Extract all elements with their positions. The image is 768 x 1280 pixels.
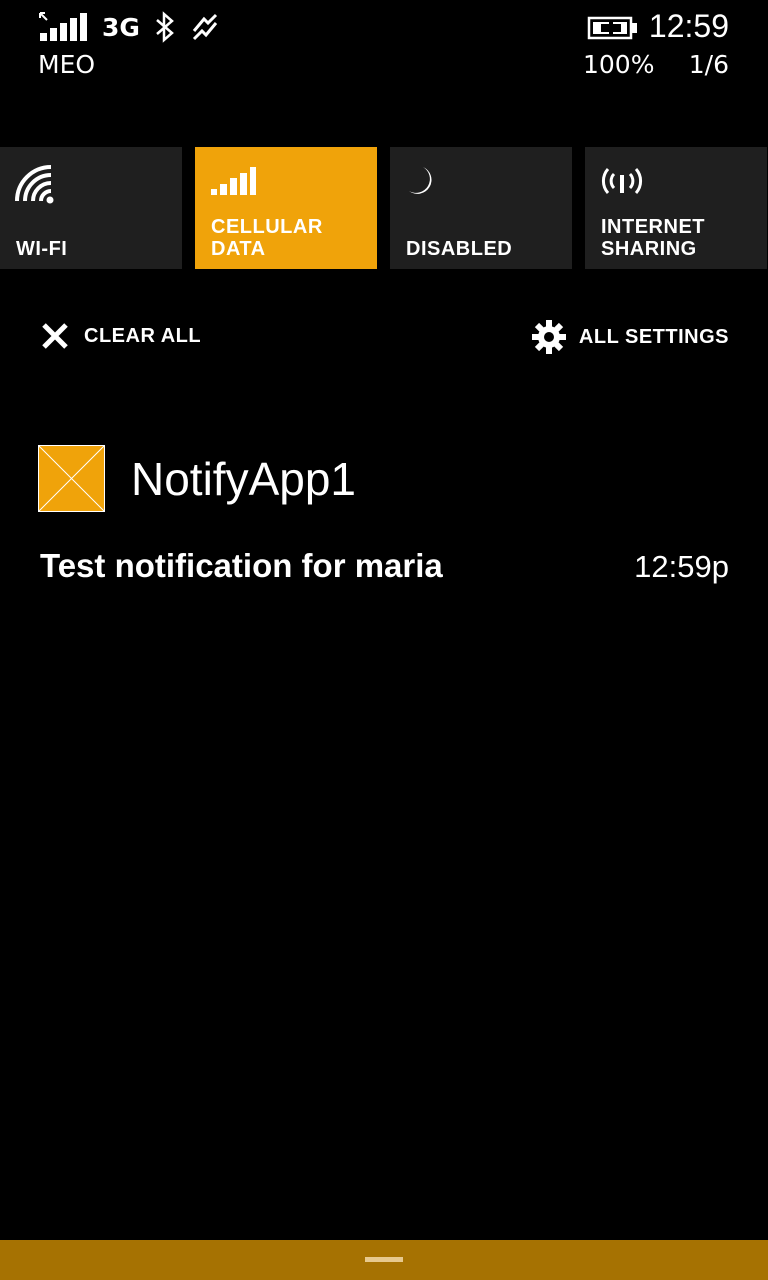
internet-sharing-tile-label: INTERNET SHARING	[601, 216, 705, 260]
battery-percentage: 100%	[583, 50, 655, 79]
cellular-data-tile[interactable]: CELLULAR DATA	[195, 147, 377, 269]
data-sense-icon	[192, 13, 218, 41]
quiet-hours-tile-label: DISABLED	[406, 238, 513, 260]
cellular-data-tile-label: CELLULAR DATA	[211, 216, 323, 260]
notification-app-header: NotifyApp1	[38, 445, 356, 512]
app-placeholder-icon	[38, 445, 105, 512]
notification-time: 12:59p	[634, 549, 729, 584]
all-settings-label: ALL SETTINGS	[578, 325, 729, 348]
clear-all-button[interactable]: CLEAR ALL	[40, 321, 201, 351]
page-indicator: 1/6	[688, 50, 729, 79]
close-icon	[42, 323, 68, 349]
status-icons: 3G	[38, 10, 234, 44]
wifi-tile[interactable]: WI-FI	[0, 147, 182, 269]
clock: 12:59	[648, 8, 729, 44]
gear-icon	[531, 320, 566, 354]
signal-strength-icon	[39, 12, 87, 41]
bluetooth-icon	[156, 11, 174, 43]
quick-actions: WI-FI CELLULAR DATA DISABLED INTERNET SH…	[0, 147, 768, 269]
action-row: CLEAR ALL ALL SETTINGS	[0, 315, 768, 361]
battery-charging-icon	[587, 16, 637, 40]
drag-handle[interactable]	[365, 1257, 403, 1262]
notification-text: Test notification for maria	[40, 547, 443, 584]
moon-icon	[409, 167, 432, 194]
quiet-hours-tile[interactable]: DISABLED	[390, 147, 572, 269]
internet-sharing-tile[interactable]: INTERNET SHARING	[585, 147, 767, 269]
status-bar: 3G MEO 12:59 100% 1/6	[0, 0, 768, 100]
network-type: 3G	[102, 12, 140, 42]
wifi-icon	[15, 165, 54, 204]
internet-sharing-icon	[601, 168, 643, 194]
all-settings-button[interactable]: ALL SETTINGS	[531, 319, 729, 355]
carrier-name: MEO	[38, 50, 96, 79]
clear-all-label: CLEAR ALL	[84, 324, 202, 347]
cellular-signal-icon	[211, 167, 256, 195]
wifi-tile-label: WI-FI	[16, 238, 68, 260]
collapse-handle-bar[interactable]	[0, 1240, 768, 1280]
app-name: NotifyApp1	[131, 452, 357, 505]
notification-item[interactable]: Test notification for maria 12:59p	[40, 547, 730, 595]
